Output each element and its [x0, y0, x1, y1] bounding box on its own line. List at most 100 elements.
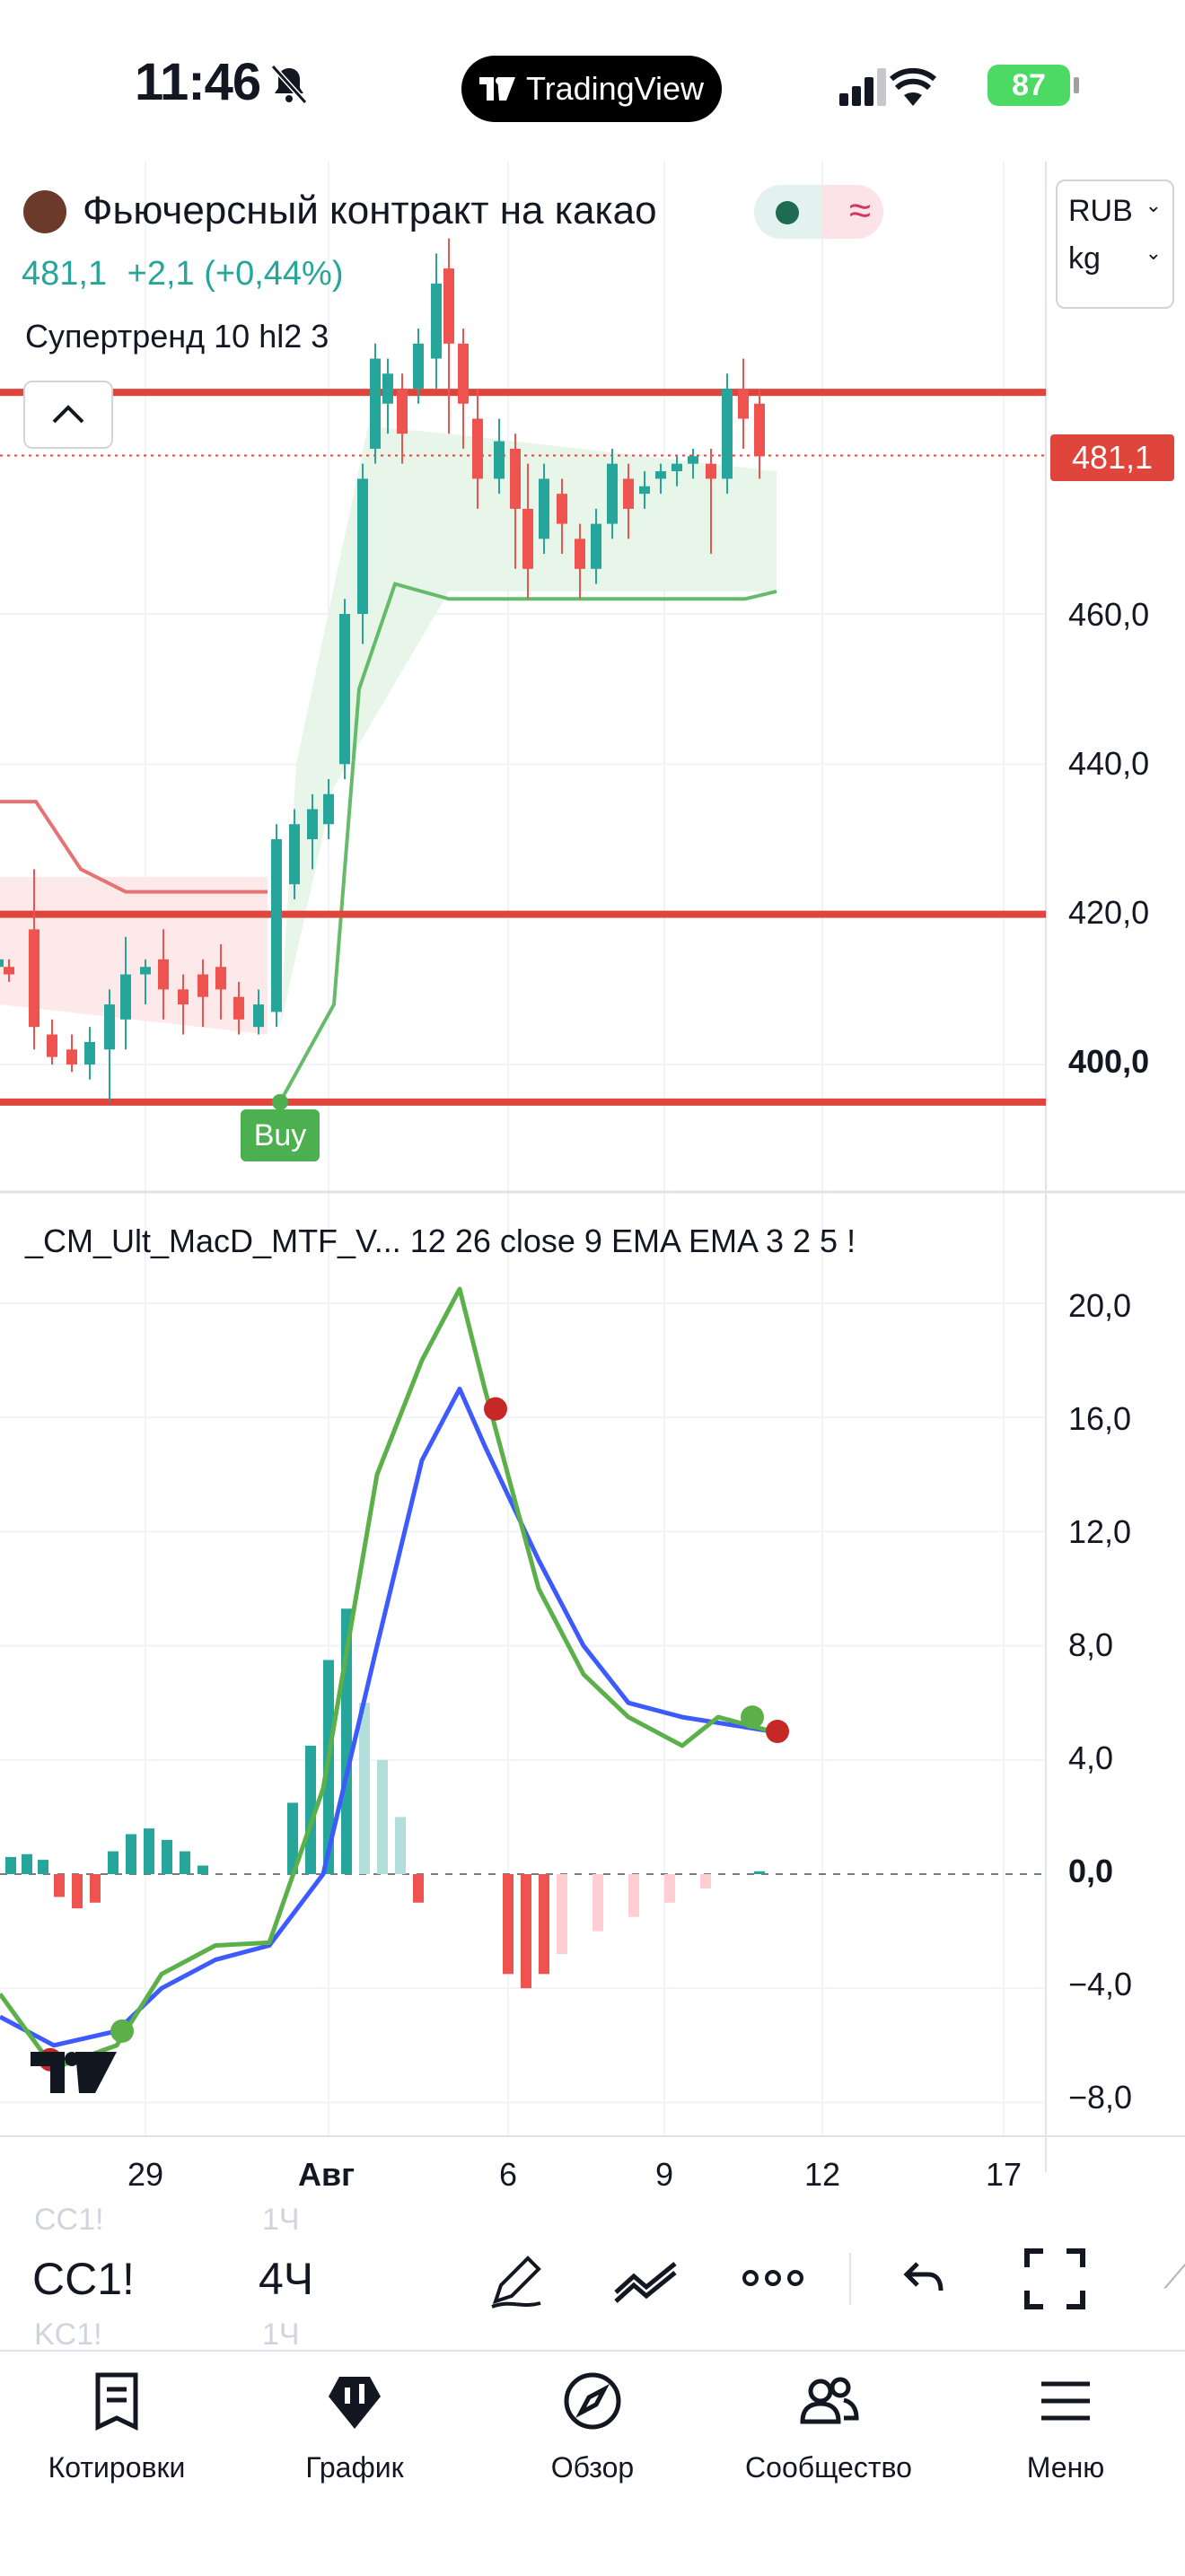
nav-quotes[interactable]: Котировки [4, 2370, 229, 2484]
candle-body [575, 539, 585, 569]
candle-body [233, 996, 244, 1020]
nav-menu[interactable]: Меню [953, 2370, 1178, 2484]
candle-body [253, 1004, 264, 1028]
candle-body [382, 373, 393, 404]
fullscreen-icon[interactable] [1023, 2247, 1086, 2310]
nav-label: Меню [1026, 2451, 1105, 2484]
macd-tick: 8,0 [1068, 1626, 1114, 1663]
buy-signal-label: Buy [241, 1109, 320, 1161]
unit-select[interactable]: kg ⌄ [1058, 229, 1172, 276]
macd-histogram-bar [521, 1874, 531, 1989]
candle-body [738, 389, 749, 419]
chart-toolbar [0, 2215, 1185, 2350]
supertrend-label[interactable]: Супертренд 10 hl2 3 [25, 318, 329, 355]
delayed-data-icon: ≈ [848, 188, 871, 232]
macd-tick: 4,0 [1068, 1739, 1114, 1776]
macd-indicator-label[interactable]: _CM_Ult_MacD_MTF_V... 12 26 close 9 EMA … [25, 1222, 856, 1260]
ghost-interval: 1Ч [262, 2318, 300, 2352]
time-tick: 17 [986, 2156, 1023, 2193]
cocoa-logo-icon [23, 190, 66, 233]
candle-body [397, 389, 408, 434]
candle-body [178, 989, 189, 1005]
price-tick: 400,0 [1068, 1043, 1150, 1080]
macd-histogram-bar [198, 1865, 208, 1874]
market-open-dot-icon [776, 201, 799, 224]
nav-label: Котировки [48, 2451, 186, 2484]
macd-histogram-bar [72, 1874, 83, 1909]
price-tick: 420,0 [1068, 894, 1150, 931]
time-tick: 6 [499, 2156, 518, 2193]
interval-selector[interactable]: 4Ч [259, 2253, 313, 2305]
candle-body [623, 478, 634, 509]
compass-icon [564, 2372, 621, 2430]
nav-chart[interactable]: График [242, 2370, 467, 2484]
candle-body [370, 358, 381, 449]
scroll-hint-icon: ⟋ [1163, 2256, 1185, 2296]
collapse-indicators-button[interactable] [23, 381, 113, 449]
candle-body [413, 343, 424, 389]
macd-tick: 0,0 [1068, 1853, 1114, 1889]
candle-body [29, 929, 40, 1028]
macd-line [0, 1286, 773, 2071]
trend-tools-icon[interactable] [610, 2253, 682, 2307]
macd-histogram-bar [90, 1874, 101, 1903]
ghost-interval: 1Ч [262, 2203, 300, 2237]
candle-body [591, 523, 601, 569]
bell-muted-icon [270, 64, 308, 105]
symbol-selector[interactable]: CC1! [32, 2253, 135, 2305]
currency-unit-selector[interactable]: RUB ⌄ kg ⌄ [1056, 180, 1174, 309]
macd-tick: 12,0 [1068, 1513, 1132, 1550]
tradingview-logo-icon [478, 77, 515, 101]
cross-dot [110, 2019, 134, 2043]
last-price: 481,1 [22, 255, 108, 293]
time-tick: 12 [804, 2156, 841, 2193]
currency-select[interactable]: RUB ⌄ [1058, 181, 1172, 229]
macd-histogram-bar [539, 1874, 549, 1975]
candle-body [215, 967, 226, 990]
candle-body [639, 486, 650, 495]
ghost-symbol: CC1! [34, 2203, 104, 2237]
macd-tick: −8,0 [1068, 2079, 1133, 2116]
candle-body [0, 959, 4, 968]
candle-body [4, 967, 14, 975]
ghost-symbol: KC1! [34, 2318, 102, 2352]
macd-histogram-bar [664, 1874, 675, 1903]
candle-body [706, 463, 716, 479]
tradingview-badge: TradingView [461, 56, 722, 122]
more-icon[interactable] [742, 2267, 804, 2289]
time-tick: 29 [127, 2156, 164, 2193]
candle-body [66, 1049, 77, 1065]
candle-body [357, 478, 368, 614]
chart-canvas[interactable] [0, 162, 1185, 2190]
macd-histogram-bar [413, 1874, 424, 1903]
drawing-pen-icon[interactable] [485, 2249, 548, 2312]
macd-histogram-bar [180, 1851, 190, 1874]
macd-histogram-bar [38, 1860, 48, 1874]
quotes-icon [95, 2372, 138, 2431]
candle-body [339, 614, 350, 765]
time-tick: 9 [655, 2156, 674, 2193]
nav-overview[interactable]: Обзор [480, 2370, 705, 2484]
candle-body [158, 959, 169, 990]
candle-body [472, 418, 483, 479]
macd-tick: 20,0 [1068, 1287, 1132, 1324]
undo-icon[interactable] [901, 2256, 946, 2301]
community-icon [800, 2377, 859, 2424]
macd-tick: 16,0 [1068, 1400, 1132, 1437]
price-tick: 440,0 [1068, 745, 1150, 782]
supertrend-down-fill [0, 876, 268, 1035]
macd-histogram-bar [754, 1871, 765, 1874]
macd-histogram-bar [144, 1828, 154, 1874]
last-price-tag: 481,1 [1050, 434, 1174, 481]
tradingview-watermark-icon [31, 2052, 117, 2093]
macd-histogram-bar [126, 1834, 136, 1874]
candle-body [722, 389, 733, 479]
candle-body [198, 974, 208, 997]
nav-community[interactable]: Сообщество [716, 2370, 941, 2484]
market-status-pill[interactable]: ≈ [754, 185, 883, 239]
main-plot [0, 238, 1046, 1110]
symbol-title[interactable]: Фьючерсный контракт на какао [83, 188, 657, 233]
macd-histogram-bar [628, 1874, 639, 1917]
chart-diamond-icon [329, 2377, 381, 2429]
candle-body [522, 508, 533, 569]
